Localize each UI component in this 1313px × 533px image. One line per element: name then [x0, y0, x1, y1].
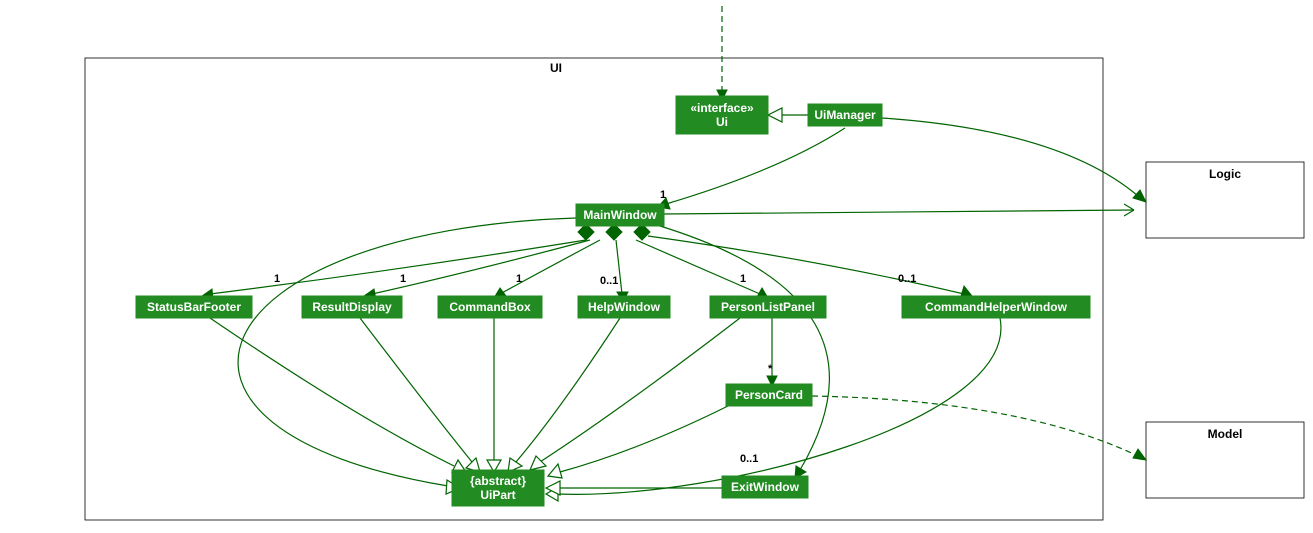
edge-mainwindow-to-logic	[664, 204, 1134, 216]
node-mainwindow-name: MainWindow	[583, 208, 657, 222]
node-uipart-stereo: {abstract}	[470, 474, 526, 488]
mult-personcard: *	[768, 363, 773, 375]
edge-uimanager-implements-ui	[768, 108, 808, 122]
mult-statusbar: 1	[274, 273, 280, 285]
node-mainwindow: MainWindow	[576, 204, 664, 226]
package-logic-title: Logic	[1209, 167, 1241, 181]
node-ui-interface-stereo: «interface»	[690, 101, 754, 115]
node-uipart: {abstract} UiPart	[452, 470, 544, 506]
node-resultdisplay: ResultDisplay	[302, 296, 402, 318]
mult-commandbox: 1	[516, 273, 522, 285]
edge-mainwindow-gen-uipart	[238, 218, 576, 494]
edge-helpwindow-gen-uipart	[508, 318, 620, 472]
package-ui: UI	[85, 58, 1103, 520]
node-personlistpanel-name: PersonListPanel	[721, 300, 815, 314]
edge-exitwindow-gen-uipart	[546, 481, 722, 495]
mult-mainwindow: 1	[660, 189, 666, 201]
node-ui-interface: «interface» Ui	[676, 96, 768, 134]
node-resultdisplay-name: ResultDisplay	[312, 300, 392, 314]
edge-external-to-ui	[717, 6, 727, 100]
node-personlistpanel: PersonListPanel	[710, 296, 826, 318]
edge-uimanager-to-mainwindow: 1	[658, 128, 845, 209]
node-personcard: PersonCard	[726, 384, 812, 406]
node-statusbarfooter: StatusBarFooter	[136, 296, 252, 318]
edge-mw-to-exitwindow: 0..1	[660, 226, 829, 478]
edge-mw-to-statusbar: 1	[202, 240, 586, 300]
node-commandhelperwindow: CommandHelperWindow	[902, 296, 1090, 318]
node-uipart-name: UiPart	[480, 488, 515, 502]
package-model-title: Model	[1208, 427, 1243, 441]
node-commandhelperwindow-name: CommandHelperWindow	[925, 300, 1068, 314]
node-statusbarfooter-name: StatusBarFooter	[147, 300, 241, 314]
mult-helpwindow: 0..1	[600, 275, 618, 287]
mult-personlist: 1	[740, 273, 746, 285]
node-ui-interface-name: Ui	[716, 115, 728, 129]
node-commandbox: CommandBox	[438, 296, 542, 318]
node-helpwindow-name: HelpWindow	[588, 300, 661, 314]
mult-exitwindow: 0..1	[740, 453, 758, 465]
edge-uimanager-to-logic	[882, 118, 1146, 202]
package-ui-title: UI	[550, 61, 562, 75]
edge-personcard-gen-uipart	[548, 404, 732, 478]
edge-personlist-to-personcard: *	[767, 318, 777, 386]
node-uimanager: UiManager	[808, 104, 882, 126]
node-exitwindow-name: ExitWindow	[731, 480, 800, 494]
edge-mw-to-resultdisplay: 1	[364, 240, 590, 300]
package-logic: Logic	[1146, 162, 1304, 238]
node-uimanager-name: UiManager	[814, 108, 876, 122]
edge-commandbox-gen-uipart	[487, 318, 501, 472]
node-exitwindow: ExitWindow	[722, 476, 808, 498]
edge-mw-to-commandbox: 1	[494, 240, 600, 298]
mult-cmdhelper: 0..1	[898, 273, 916, 285]
edge-mw-to-personlist: 1	[636, 240, 768, 298]
node-helpwindow: HelpWindow	[578, 296, 670, 318]
edge-cmdhelper-gen-uipart	[546, 318, 1001, 501]
edge-mw-to-helpwindow: 0..1	[600, 240, 628, 302]
node-commandbox-name: CommandBox	[449, 300, 531, 314]
edge-personcard-to-model	[812, 396, 1146, 460]
node-personcard-name: PersonCard	[735, 388, 803, 402]
package-model: Model	[1146, 422, 1304, 498]
mult-resultdisplay: 1	[400, 273, 406, 285]
